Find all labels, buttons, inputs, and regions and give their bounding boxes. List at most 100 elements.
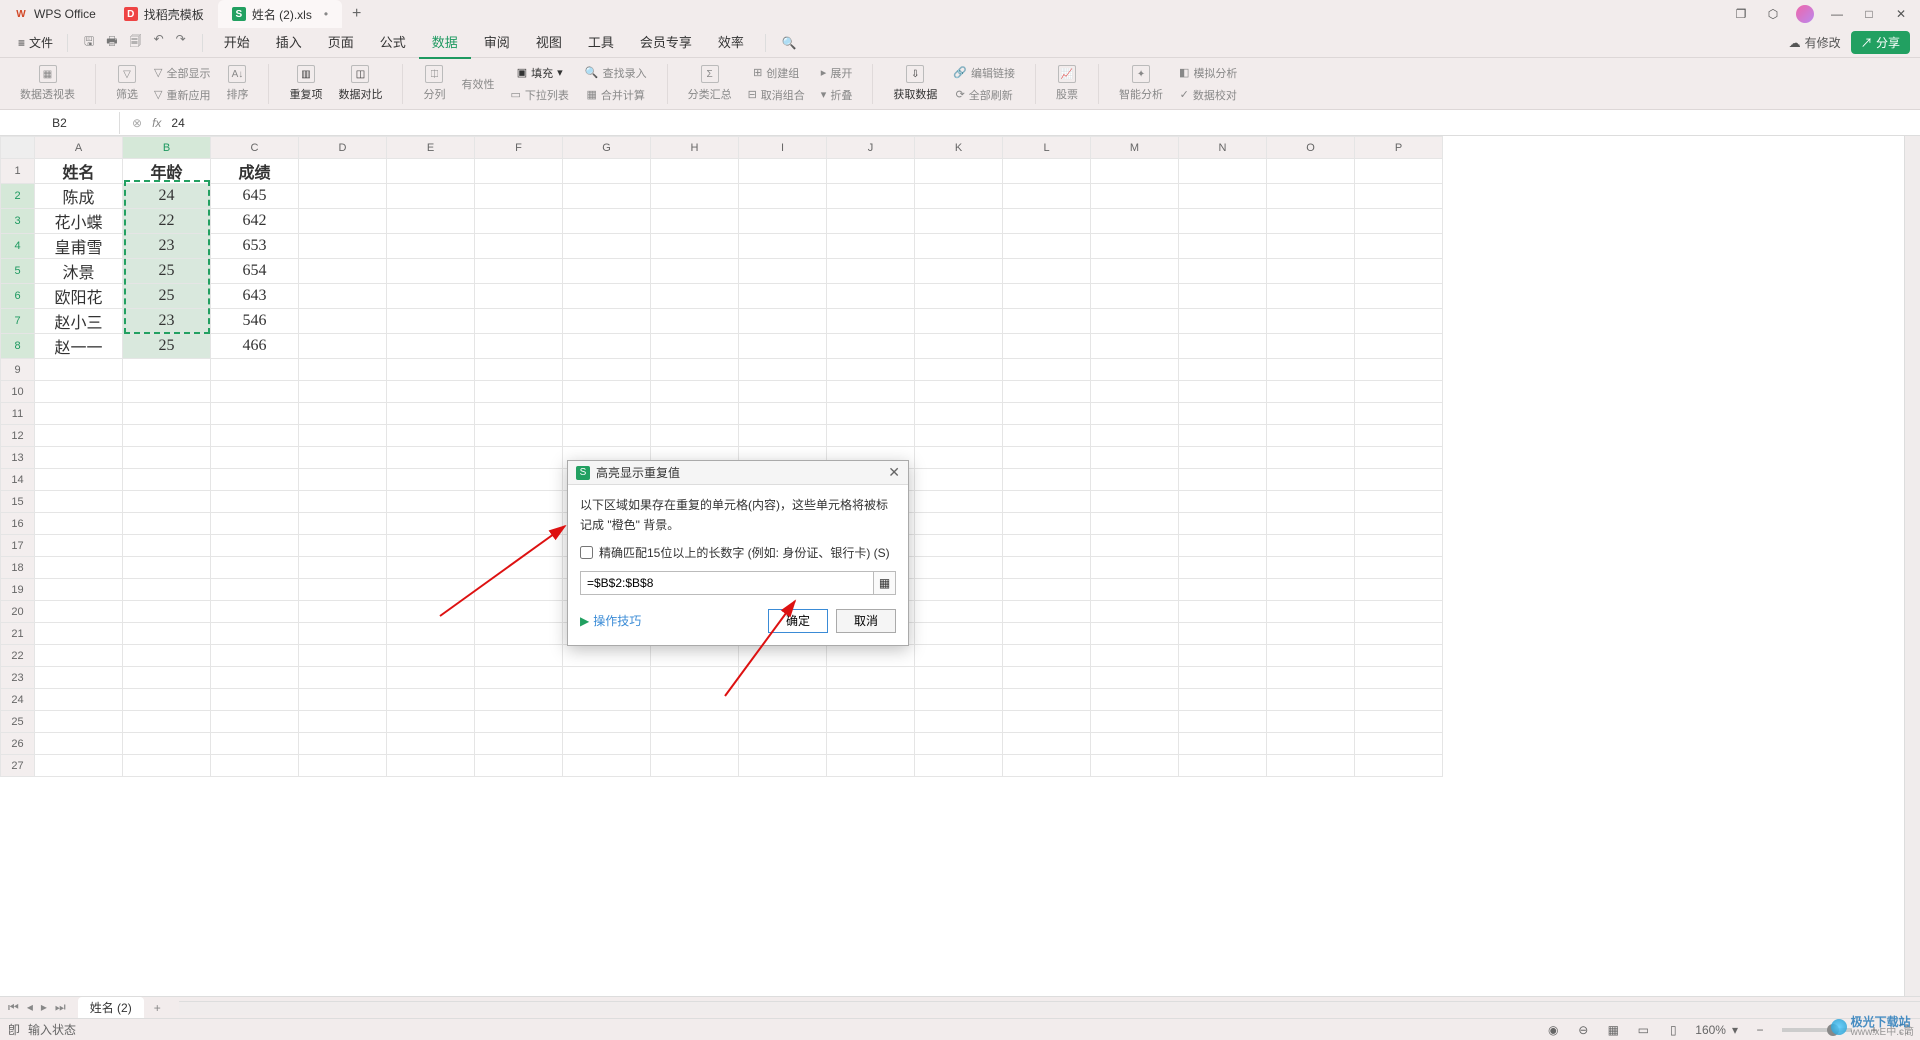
expand-button[interactable]: ▸展开	[813, 63, 861, 83]
col-header-D[interactable]: D	[299, 137, 387, 159]
cell-E9[interactable]	[387, 359, 475, 381]
cube-icon[interactable]: ⬡	[1764, 5, 1782, 23]
grid-view-icon[interactable]: ▦	[1605, 1022, 1621, 1038]
cell-I6[interactable]	[739, 284, 827, 309]
row-header-17[interactable]: 17	[1, 535, 35, 557]
cell-B1[interactable]: 年龄	[123, 159, 211, 184]
cell-E6[interactable]	[387, 284, 475, 309]
cell-G2[interactable]	[563, 184, 651, 209]
row-header-7[interactable]: 7	[1, 309, 35, 334]
cell-E14[interactable]	[387, 469, 475, 491]
cell-M13[interactable]	[1091, 447, 1179, 469]
cell-A19[interactable]	[35, 579, 123, 601]
cell-C11[interactable]	[211, 403, 299, 425]
col-header-K[interactable]: K	[915, 137, 1003, 159]
menu-工具[interactable]: 工具	[575, 26, 627, 59]
cell-F3[interactable]	[475, 209, 563, 234]
cell-B9[interactable]	[123, 359, 211, 381]
cell-K27[interactable]	[915, 755, 1003, 777]
cell-P12[interactable]	[1355, 425, 1443, 447]
sheet-tab-active[interactable]: 姓名 (2)	[78, 997, 144, 1018]
cell-D23[interactable]	[299, 667, 387, 689]
cell-G10[interactable]	[563, 381, 651, 403]
cell-M22[interactable]	[1091, 645, 1179, 667]
getdata-button[interactable]: ⇩获取数据	[885, 63, 945, 104]
cell-K12[interactable]	[915, 425, 1003, 447]
cell-N3[interactable]	[1179, 209, 1267, 234]
checkbox-input[interactable]	[580, 546, 593, 559]
cell-I8[interactable]	[739, 334, 827, 359]
row-header-12[interactable]: 12	[1, 425, 35, 447]
cell-O13[interactable]	[1267, 447, 1355, 469]
new-tab-button[interactable]: +	[342, 5, 371, 23]
row-header-27[interactable]: 27	[1, 755, 35, 777]
col-header-F[interactable]: F	[475, 137, 563, 159]
cell-O6[interactable]	[1267, 284, 1355, 309]
cell-H1[interactable]	[651, 159, 739, 184]
cell-F15[interactable]	[475, 491, 563, 513]
cell-C4[interactable]: 653	[211, 234, 299, 259]
compare-button[interactable]: ◫数据对比	[330, 63, 390, 104]
cell-D10[interactable]	[299, 381, 387, 403]
cell-N2[interactable]	[1179, 184, 1267, 209]
cell-M5[interactable]	[1091, 259, 1179, 284]
ok-button[interactable]: 确定	[768, 609, 828, 633]
cell-G11[interactable]	[563, 403, 651, 425]
dash-icon[interactable]: ⊖	[1575, 1022, 1591, 1038]
cell-J22[interactable]	[827, 645, 915, 667]
cell-I5[interactable]	[739, 259, 827, 284]
print-icon[interactable]: 🖶	[106, 32, 117, 53]
cell-H7[interactable]	[651, 309, 739, 334]
cell-C18[interactable]	[211, 557, 299, 579]
cell-D9[interactable]	[299, 359, 387, 381]
cell-G12[interactable]	[563, 425, 651, 447]
cell-A6[interactable]: 欧阳花	[35, 284, 123, 309]
dialog-titlebar[interactable]: S 高亮显示重复值 ✕	[568, 461, 908, 485]
cell-B20[interactable]	[123, 601, 211, 623]
cell-M6[interactable]	[1091, 284, 1179, 309]
cell-O20[interactable]	[1267, 601, 1355, 623]
cell-E5[interactable]	[387, 259, 475, 284]
cell-B8[interactable]: 25	[123, 334, 211, 359]
avatar[interactable]	[1796, 5, 1814, 23]
menu-公式[interactable]: 公式	[367, 26, 419, 59]
duplicates-button[interactable]: ▥重复项	[281, 63, 330, 104]
cell-N20[interactable]	[1179, 601, 1267, 623]
cell-H24[interactable]	[651, 689, 739, 711]
cell-M9[interactable]	[1091, 359, 1179, 381]
check-button[interactable]: ✓数据校对	[1171, 85, 1245, 105]
cell-J8[interactable]	[827, 334, 915, 359]
cell-N14[interactable]	[1179, 469, 1267, 491]
cell-O11[interactable]	[1267, 403, 1355, 425]
cell-K23[interactable]	[915, 667, 1003, 689]
search-icon[interactable]: 🔍	[774, 36, 805, 50]
cell-C22[interactable]	[211, 645, 299, 667]
cell-E27[interactable]	[387, 755, 475, 777]
cell-E12[interactable]	[387, 425, 475, 447]
cell-H6[interactable]	[651, 284, 739, 309]
cell-K10[interactable]	[915, 381, 1003, 403]
cell-P24[interactable]	[1355, 689, 1443, 711]
cell-K3[interactable]	[915, 209, 1003, 234]
undo-icon[interactable]: ↶	[154, 32, 164, 53]
cell-O8[interactable]	[1267, 334, 1355, 359]
cell-C12[interactable]	[211, 425, 299, 447]
cell-F23[interactable]	[475, 667, 563, 689]
col-header-P[interactable]: P	[1355, 137, 1443, 159]
cell-E11[interactable]	[387, 403, 475, 425]
cell-P21[interactable]	[1355, 623, 1443, 645]
cell-N8[interactable]	[1179, 334, 1267, 359]
cell-H8[interactable]	[651, 334, 739, 359]
cell-G24[interactable]	[563, 689, 651, 711]
cell-O14[interactable]	[1267, 469, 1355, 491]
cell-G26[interactable]	[563, 733, 651, 755]
cell-M14[interactable]	[1091, 469, 1179, 491]
cell-J26[interactable]	[827, 733, 915, 755]
cell-M2[interactable]	[1091, 184, 1179, 209]
cell-M12[interactable]	[1091, 425, 1179, 447]
cell-M7[interactable]	[1091, 309, 1179, 334]
cell-C5[interactable]: 654	[211, 259, 299, 284]
cell-A11[interactable]	[35, 403, 123, 425]
cell-K11[interactable]	[915, 403, 1003, 425]
cell-G23[interactable]	[563, 667, 651, 689]
